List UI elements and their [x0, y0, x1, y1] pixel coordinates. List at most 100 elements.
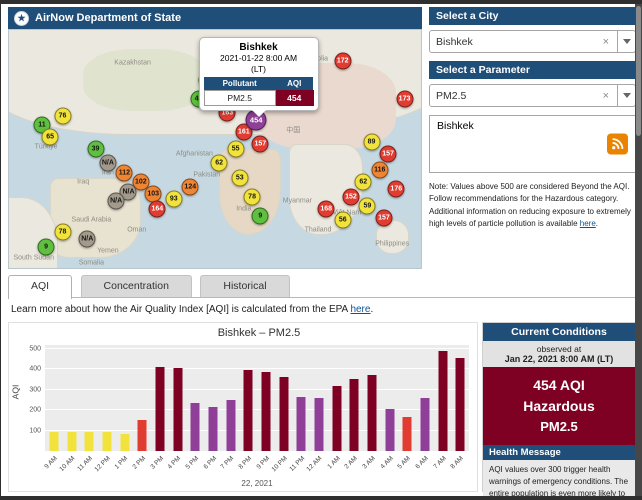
chart-bar[interactable]: [226, 400, 235, 451]
tab-bar: AQI Concentration Historical: [8, 275, 635, 298]
aqi-marker[interactable]: 55: [227, 141, 244, 158]
aqi-marker[interactable]: 53: [231, 169, 248, 186]
chart-bar[interactable]: [438, 351, 447, 451]
chart-bar[interactable]: [314, 398, 323, 451]
chart-xtick-label: 1 PM: [114, 455, 130, 471]
aqi-marker[interactable]: 89: [363, 133, 380, 150]
aqi-marker[interactable]: 39: [87, 141, 104, 158]
aqi-marker[interactable]: N/A: [99, 155, 116, 172]
chart-bar[interactable]: [297, 397, 306, 451]
aqi-marker[interactable]: 62: [211, 155, 228, 172]
aqi-marker[interactable]: N/A: [79, 231, 96, 248]
aqi-marker[interactable]: 9: [252, 207, 269, 224]
map-country-label: Thailand: [305, 226, 332, 233]
chart-bar[interactable]: [67, 432, 76, 451]
note-here-link[interactable]: here: [580, 219, 596, 228]
aqi-marker[interactable]: 168: [318, 200, 335, 217]
map-region-kazakhstan: [83, 49, 207, 111]
aqi-marker[interactable]: 124: [182, 179, 199, 196]
chart-xlabels: 9 AM10 AM11 AM12 PM1 PM2 PM3 PM4 PM5 PM6…: [45, 452, 469, 478]
aqi-marker[interactable]: 172: [334, 52, 351, 69]
chart-xtick-label: 3 PM: [149, 455, 165, 471]
aqi-marker[interactable]: N/A: [108, 193, 125, 210]
tab-historical[interactable]: Historical: [200, 275, 289, 297]
map[interactable]: Bishkek 2021-01-22 8:00 AM (LT) Pollutan…: [8, 29, 422, 269]
aqi-summary-box: 454 AQI Hazardous PM2.5: [483, 367, 635, 445]
chart-bar[interactable]: [367, 375, 376, 451]
current-conditions-panel: Current Conditions observed at Jan 22, 2…: [482, 322, 635, 492]
chart-xtick-label: 11 AM: [76, 455, 94, 473]
chart-xtick-label: 2 PM: [131, 455, 147, 471]
city-clear-icon[interactable]: ×: [595, 36, 617, 48]
chart-xtick-label: 2 AM: [344, 455, 359, 470]
parameter-dropdown-arrow-icon[interactable]: [617, 85, 635, 106]
chart-bar[interactable]: [49, 432, 58, 451]
aqi-marker[interactable]: 112: [116, 164, 133, 181]
chart-xtick-label: 12 AM: [306, 455, 324, 473]
chart-xtick-label: 8 PM: [237, 455, 253, 471]
aqi-marker[interactable]: 59: [359, 198, 376, 215]
chart-bar[interactable]: [120, 434, 129, 451]
chart-xtick-label: 6 PM: [202, 455, 218, 471]
epa-here-link[interactable]: here: [350, 304, 370, 315]
popup-city: Bishkek: [204, 42, 314, 53]
aqi-marker[interactable]: 56: [334, 212, 351, 229]
city-select[interactable]: Bishkek ×: [429, 30, 635, 53]
chart-bar[interactable]: [385, 409, 394, 451]
aqi-marker[interactable]: 62: [355, 174, 372, 191]
scrollbar[interactable]: [635, 4, 642, 496]
aqi-marker[interactable]: 116: [371, 162, 388, 179]
aqi-marker[interactable]: 157: [375, 210, 392, 227]
scrollbar-thumb[interactable]: [636, 6, 641, 136]
app-title: AirNow Department of State: [35, 12, 181, 24]
chart-plot: [45, 345, 469, 451]
chart-xtick-label: 7 AM: [432, 455, 447, 470]
parameter-clear-icon[interactable]: ×: [595, 90, 617, 102]
aqi-marker[interactable]: 157: [380, 145, 397, 162]
chart-ytick-label: 200: [29, 407, 41, 414]
chart-bar[interactable]: [403, 417, 412, 451]
parameter-select[interactable]: PM2.5 ×: [429, 84, 635, 107]
chart-bar[interactable]: [85, 432, 94, 451]
chart-bar[interactable]: [420, 398, 429, 451]
chart-bar[interactable]: [138, 420, 147, 451]
app-header: ★ AirNow Department of State: [8, 7, 422, 29]
observed-at: observed at Jan 22, 2021 8:00 AM (LT): [483, 341, 635, 367]
aqi-marker[interactable]: 152: [342, 188, 359, 205]
aqi-marker[interactable]: 9: [38, 238, 55, 255]
chart-bar[interactable]: [456, 358, 465, 451]
map-country-label: Myanmar: [283, 198, 312, 205]
chart-bar[interactable]: [191, 403, 200, 451]
map-country-label: South Sudan: [13, 255, 53, 262]
chart-bar[interactable]: [279, 377, 288, 451]
chart-bar[interactable]: [332, 386, 341, 451]
chart-bar[interactable]: [244, 370, 253, 451]
aqi-marker[interactable]: 76: [54, 107, 71, 124]
map-country-label: Oman: [127, 226, 146, 233]
tab-aqi[interactable]: AQI: [8, 275, 72, 299]
aqi-marker[interactable]: 93: [165, 190, 182, 207]
select-parameter-header: Select a Parameter: [429, 61, 635, 79]
map-country-label: Iraq: [77, 179, 89, 186]
chart-xtick-label: 9 AM: [43, 455, 58, 470]
aqi-marker[interactable]: 164: [149, 200, 166, 217]
aqi-marker[interactable]: 65: [42, 129, 59, 146]
chart-bar[interactable]: [261, 372, 270, 451]
aqi-marker[interactable]: 173: [396, 91, 413, 108]
map-popup: Bishkek 2021-01-22 8:00 AM (LT) Pollutan…: [199, 37, 319, 111]
tab-concentration[interactable]: Concentration: [81, 275, 192, 297]
chart-bar[interactable]: [173, 368, 182, 451]
aqi-marker[interactable]: 157: [252, 136, 269, 153]
popup-datetime: 2021-01-22 8:00 AM: [204, 53, 314, 64]
chart-bar[interactable]: [208, 407, 217, 451]
map-country-label: Yemen: [97, 248, 119, 255]
aqi-marker[interactable]: 176: [388, 181, 405, 198]
chart-bar[interactable]: [155, 367, 164, 451]
aqi-marker[interactable]: 78: [244, 188, 261, 205]
rss-icon[interactable]: [607, 134, 628, 155]
chart-bar[interactable]: [102, 432, 111, 451]
chart-bar[interactable]: [350, 379, 359, 451]
popup-pollutant-value: PM2.5: [204, 91, 275, 106]
aqi-marker[interactable]: 78: [54, 224, 71, 241]
city-dropdown-arrow-icon[interactable]: [617, 31, 635, 52]
